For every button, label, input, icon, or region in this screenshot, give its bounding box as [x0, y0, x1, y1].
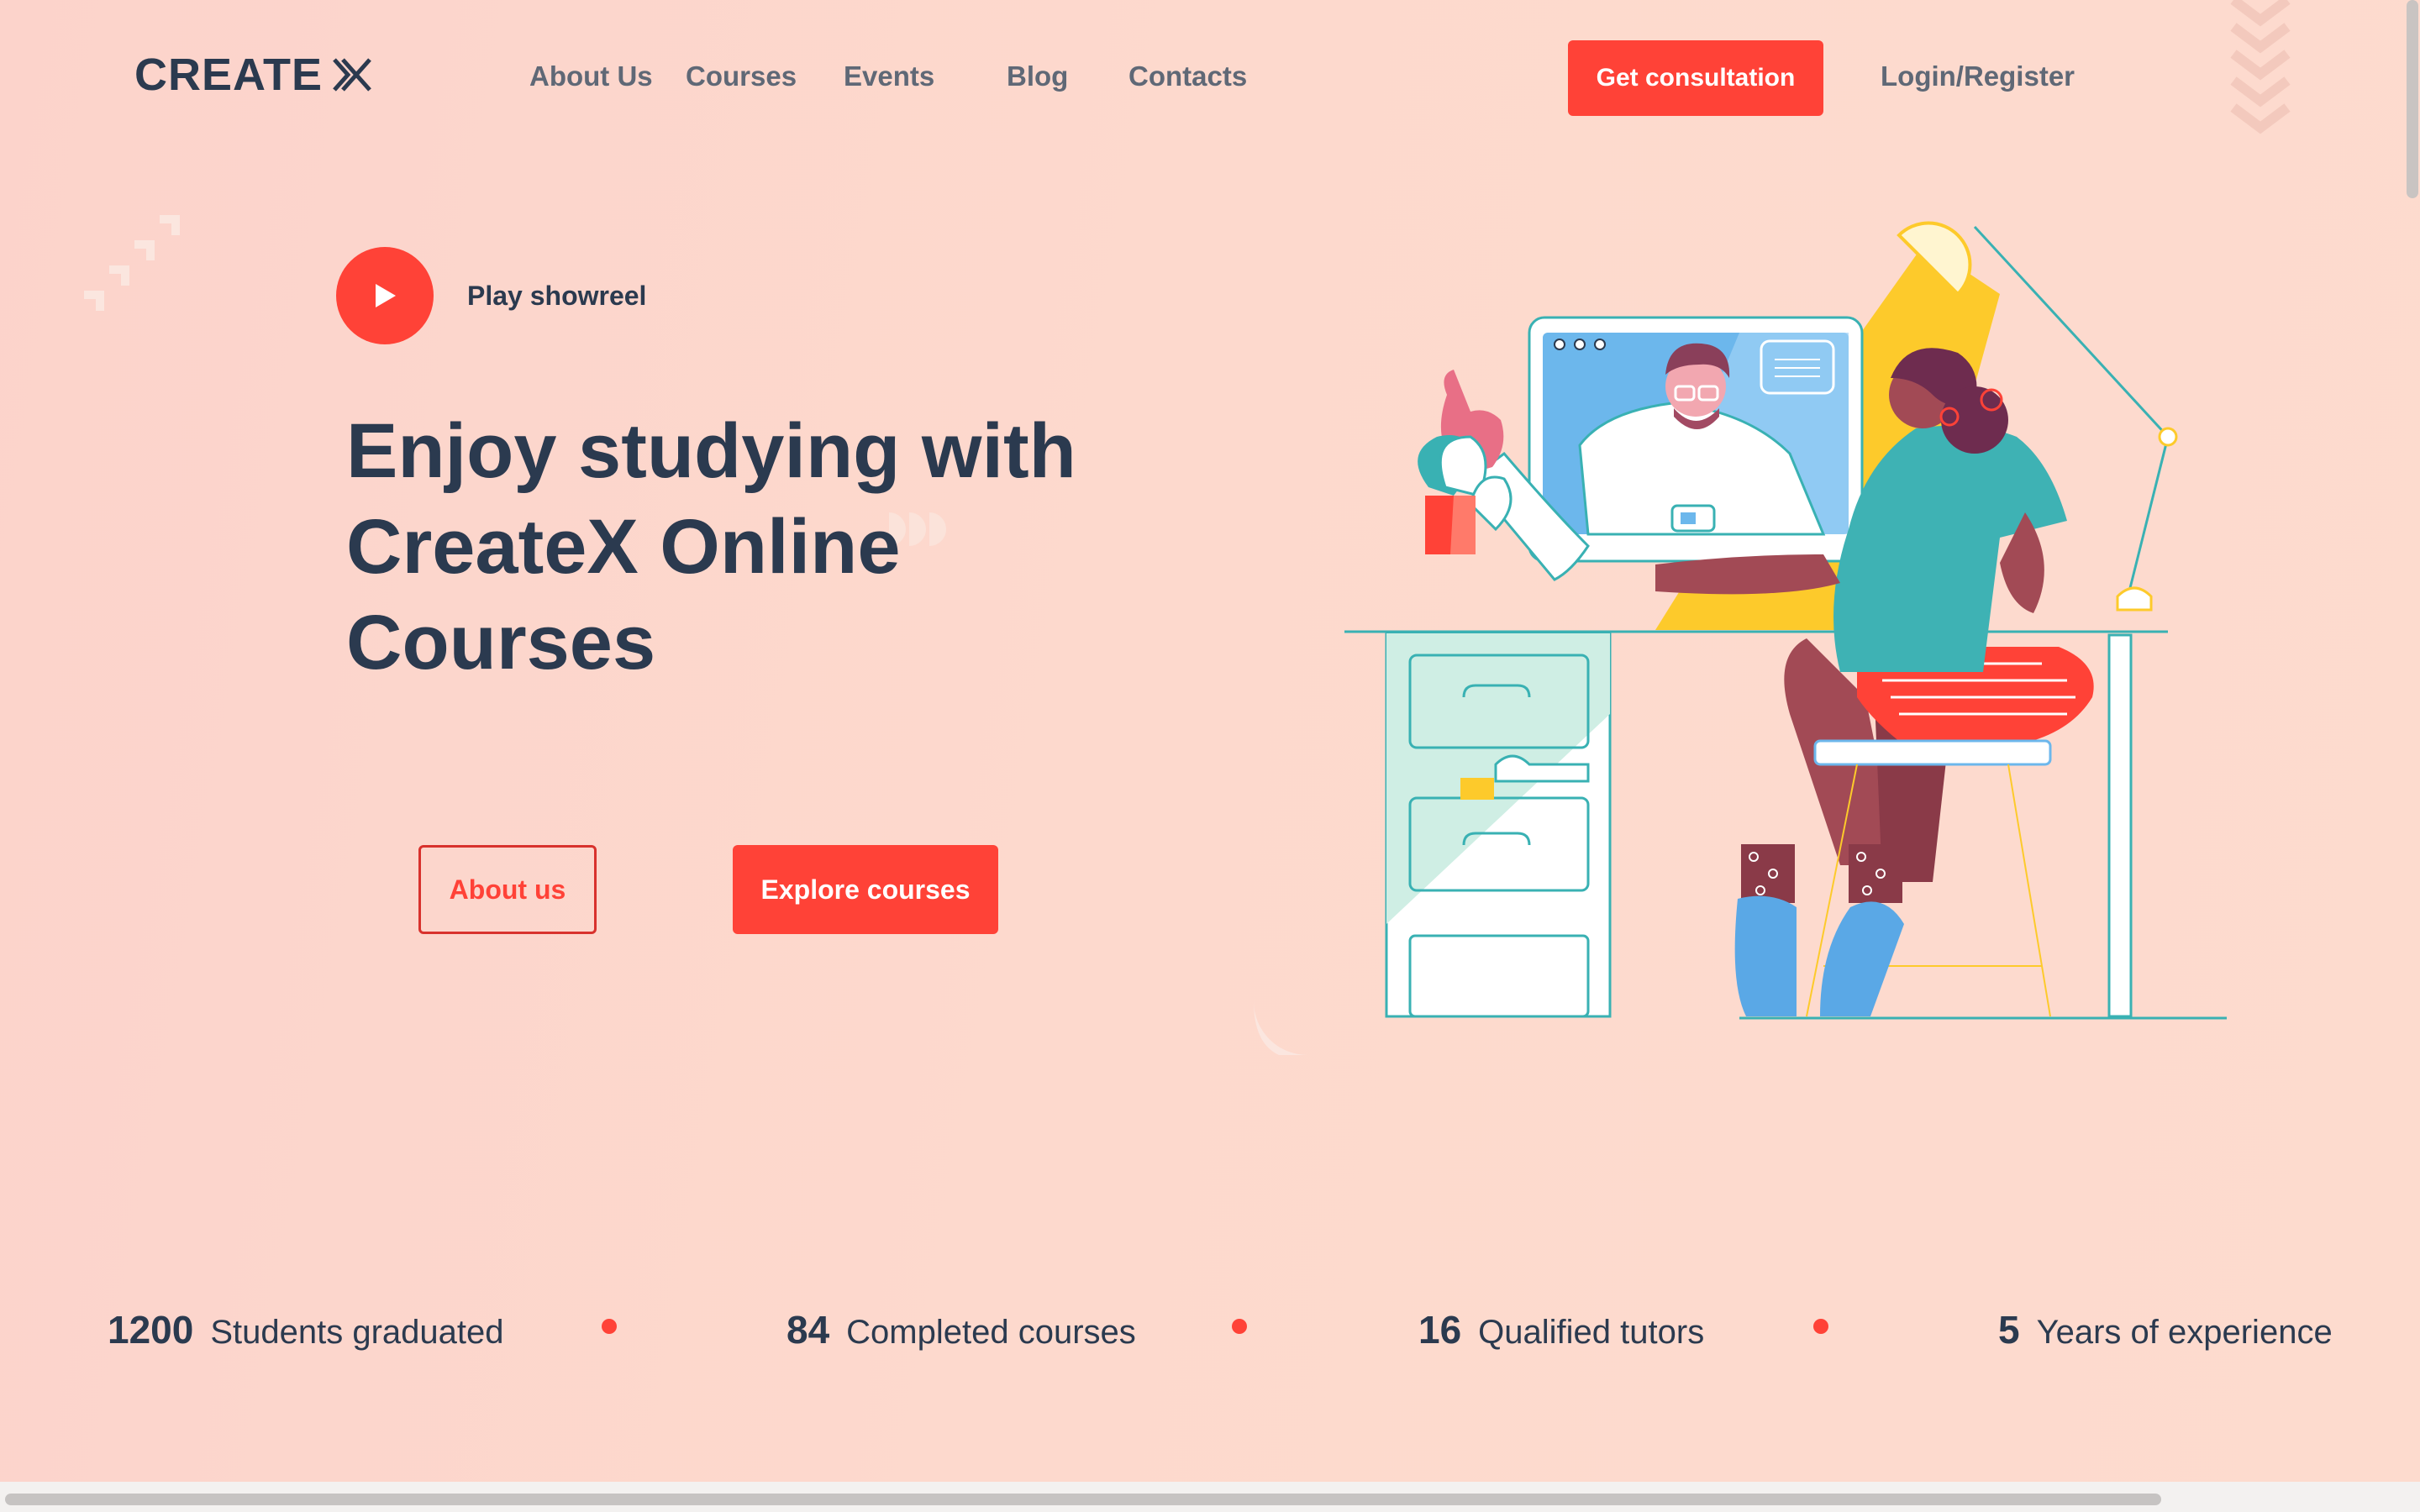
- play-circle[interactable]: [336, 247, 434, 344]
- nav-blog[interactable]: Blog: [1007, 60, 1068, 92]
- hero-title-line-1: Enjoy studying with: [346, 408, 1076, 494]
- chevron-stripe-decoration: [2230, 0, 2291, 134]
- nav-courses[interactable]: Courses: [686, 60, 797, 92]
- explore-courses-button[interactable]: Explore courses: [733, 845, 998, 934]
- stat-separator-dot: [1232, 1319, 1247, 1334]
- hero-title-line-2: CreateX Online: [346, 504, 901, 590]
- vertical-scrollbar-thumb[interactable]: [2407, 0, 2418, 198]
- stat-value: 84: [786, 1308, 830, 1352]
- stat-label: Completed courses: [846, 1314, 1136, 1351]
- stat-value: 16: [1418, 1308, 1462, 1352]
- stat-separator-dot: [602, 1319, 617, 1334]
- logo-text: CREATE: [134, 50, 324, 100]
- stat-students-graduated: 1200 Students graduated: [108, 1307, 504, 1352]
- stairs-decoration: [84, 215, 180, 311]
- quarter-circle-decoration: [1254, 1001, 1307, 1055]
- stat-completed-courses: 84 Completed courses: [786, 1307, 1136, 1352]
- hero-title-line-3: Courses: [346, 600, 656, 685]
- stat-separator-dot: [1813, 1319, 1828, 1334]
- logo[interactable]: CREATE: [134, 49, 373, 101]
- get-consultation-button[interactable]: Get consultation: [1568, 40, 1823, 116]
- login-register-link[interactable]: Login/Register: [1881, 60, 2075, 92]
- stat-label: Students graduated: [210, 1314, 504, 1351]
- nav-events[interactable]: Events: [844, 60, 934, 92]
- horizontal-scrollbar-thumb[interactable]: [5, 1494, 2161, 1505]
- createx-x-mark-icon: [333, 58, 371, 92]
- stat-label: Qualified tutors: [1478, 1314, 1705, 1351]
- stat-label: Years of experience: [2036, 1314, 2333, 1351]
- hero-illustration: [1344, 221, 2227, 1020]
- nav-contacts[interactable]: Contacts: [1128, 60, 1247, 92]
- hero-title: Enjoy studying with CreateX Online Cours…: [346, 403, 1102, 690]
- stat-years-experience: 5 Years of experience: [1998, 1307, 2333, 1352]
- nav-about-us[interactable]: About Us: [529, 60, 653, 92]
- about-us-button[interactable]: About us: [418, 845, 597, 934]
- horizontal-scrollbar-track[interactable]: [0, 1482, 2420, 1512]
- stat-value: 5: [1998, 1308, 2020, 1352]
- play-showreel-button[interactable]: Play showreel: [336, 247, 646, 344]
- stat-value: 1200: [108, 1308, 194, 1352]
- stat-qualified-tutors: 16 Qualified tutors: [1418, 1307, 1704, 1352]
- play-icon: [376, 284, 396, 307]
- showreel-label: Play showreel: [467, 280, 647, 311]
